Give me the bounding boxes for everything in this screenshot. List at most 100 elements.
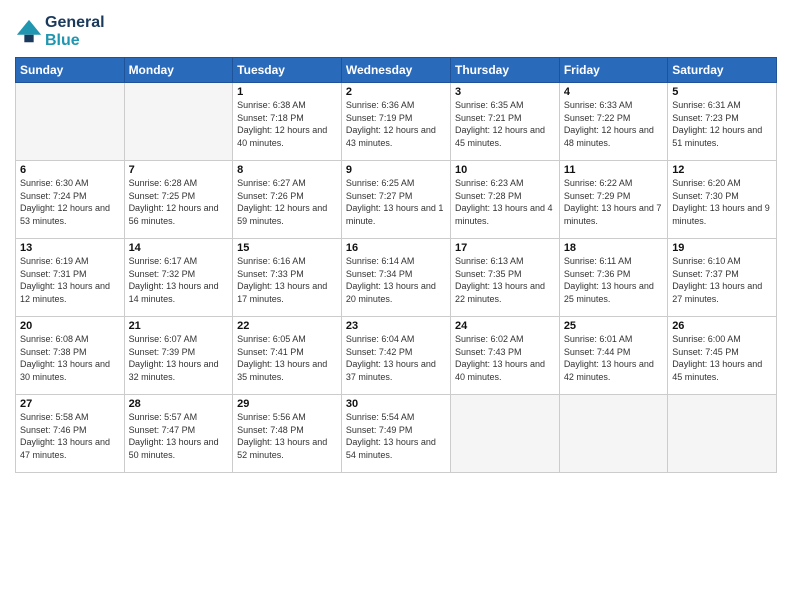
weekday-thursday: Thursday: [450, 58, 559, 83]
calendar-cell: 30Sunrise: 5:54 AM Sunset: 7:49 PM Dayli…: [341, 395, 450, 473]
calendar-cell: 1Sunrise: 6:38 AM Sunset: 7:18 PM Daylig…: [233, 83, 342, 161]
calendar-cell: [450, 395, 559, 473]
calendar-cell: [668, 395, 777, 473]
day-info: Sunrise: 6:01 AM Sunset: 7:44 PM Dayligh…: [564, 333, 663, 383]
calendar-cell: 14Sunrise: 6:17 AM Sunset: 7:32 PM Dayli…: [124, 239, 233, 317]
day-info: Sunrise: 6:27 AM Sunset: 7:26 PM Dayligh…: [237, 177, 337, 227]
day-info: Sunrise: 6:19 AM Sunset: 7:31 PM Dayligh…: [20, 255, 120, 305]
day-number: 8: [237, 164, 337, 176]
day-number: 24: [455, 320, 555, 332]
day-info: Sunrise: 6:07 AM Sunset: 7:39 PM Dayligh…: [129, 333, 229, 383]
weekday-wednesday: Wednesday: [341, 58, 450, 83]
day-number: 21: [129, 320, 229, 332]
calendar-cell: 24Sunrise: 6:02 AM Sunset: 7:43 PM Dayli…: [450, 317, 559, 395]
calendar-cell: 11Sunrise: 6:22 AM Sunset: 7:29 PM Dayli…: [559, 161, 667, 239]
day-number: 29: [237, 398, 337, 410]
weekday-monday: Monday: [124, 58, 233, 83]
day-number: 5: [672, 86, 772, 98]
day-info: Sunrise: 6:14 AM Sunset: 7:34 PM Dayligh…: [346, 255, 446, 305]
day-info: Sunrise: 6:04 AM Sunset: 7:42 PM Dayligh…: [346, 333, 446, 383]
day-info: Sunrise: 6:30 AM Sunset: 7:24 PM Dayligh…: [20, 177, 120, 227]
calendar-cell: 27Sunrise: 5:58 AM Sunset: 7:46 PM Dayli…: [16, 395, 125, 473]
day-number: 20: [20, 320, 120, 332]
calendar-cell: 3Sunrise: 6:35 AM Sunset: 7:21 PM Daylig…: [450, 83, 559, 161]
day-number: 25: [564, 320, 663, 332]
calendar-cell: 13Sunrise: 6:19 AM Sunset: 7:31 PM Dayli…: [16, 239, 125, 317]
day-number: 16: [346, 242, 446, 254]
day-number: 2: [346, 86, 446, 98]
calendar-cell: 10Sunrise: 6:23 AM Sunset: 7:28 PM Dayli…: [450, 161, 559, 239]
logo: General Blue: [15, 14, 105, 49]
calendar-cell: 19Sunrise: 6:10 AM Sunset: 7:37 PM Dayli…: [668, 239, 777, 317]
calendar-cell: [124, 83, 233, 161]
day-number: 12: [672, 164, 772, 176]
day-info: Sunrise: 6:25 AM Sunset: 7:27 PM Dayligh…: [346, 177, 446, 227]
day-info: Sunrise: 6:22 AM Sunset: 7:29 PM Dayligh…: [564, 177, 663, 227]
day-info: Sunrise: 6:16 AM Sunset: 7:33 PM Dayligh…: [237, 255, 337, 305]
day-number: 27: [20, 398, 120, 410]
day-number: 7: [129, 164, 229, 176]
day-info: Sunrise: 6:00 AM Sunset: 7:45 PM Dayligh…: [672, 333, 772, 383]
calendar-cell: 4Sunrise: 6:33 AM Sunset: 7:22 PM Daylig…: [559, 83, 667, 161]
day-number: 26: [672, 320, 772, 332]
day-info: Sunrise: 6:33 AM Sunset: 7:22 PM Dayligh…: [564, 99, 663, 149]
calendar-cell: 15Sunrise: 6:16 AM Sunset: 7:33 PM Dayli…: [233, 239, 342, 317]
calendar-cell: [16, 83, 125, 161]
day-number: 17: [455, 242, 555, 254]
day-info: Sunrise: 5:57 AM Sunset: 7:47 PM Dayligh…: [129, 411, 229, 461]
day-info: Sunrise: 6:35 AM Sunset: 7:21 PM Dayligh…: [455, 99, 555, 149]
day-info: Sunrise: 6:17 AM Sunset: 7:32 PM Dayligh…: [129, 255, 229, 305]
calendar-week-row: 6Sunrise: 6:30 AM Sunset: 7:24 PM Daylig…: [16, 161, 777, 239]
calendar-cell: 29Sunrise: 5:56 AM Sunset: 7:48 PM Dayli…: [233, 395, 342, 473]
calendar-cell: 12Sunrise: 6:20 AM Sunset: 7:30 PM Dayli…: [668, 161, 777, 239]
calendar-cell: 2Sunrise: 6:36 AM Sunset: 7:19 PM Daylig…: [341, 83, 450, 161]
calendar-cell: 28Sunrise: 5:57 AM Sunset: 7:47 PM Dayli…: [124, 395, 233, 473]
calendar-cell: 16Sunrise: 6:14 AM Sunset: 7:34 PM Dayli…: [341, 239, 450, 317]
calendar-week-row: 20Sunrise: 6:08 AM Sunset: 7:38 PM Dayli…: [16, 317, 777, 395]
day-info: Sunrise: 6:10 AM Sunset: 7:37 PM Dayligh…: [672, 255, 772, 305]
calendar-cell: 18Sunrise: 6:11 AM Sunset: 7:36 PM Dayli…: [559, 239, 667, 317]
day-number: 9: [346, 164, 446, 176]
calendar-cell: 26Sunrise: 6:00 AM Sunset: 7:45 PM Dayli…: [668, 317, 777, 395]
day-number: 23: [346, 320, 446, 332]
day-info: Sunrise: 6:31 AM Sunset: 7:23 PM Dayligh…: [672, 99, 772, 149]
calendar-cell: 17Sunrise: 6:13 AM Sunset: 7:35 PM Dayli…: [450, 239, 559, 317]
weekday-saturday: Saturday: [668, 58, 777, 83]
day-number: 19: [672, 242, 772, 254]
day-info: Sunrise: 5:54 AM Sunset: 7:49 PM Dayligh…: [346, 411, 446, 461]
calendar-week-row: 13Sunrise: 6:19 AM Sunset: 7:31 PM Dayli…: [16, 239, 777, 317]
day-info: Sunrise: 6:38 AM Sunset: 7:18 PM Dayligh…: [237, 99, 337, 149]
calendar-cell: 6Sunrise: 6:30 AM Sunset: 7:24 PM Daylig…: [16, 161, 125, 239]
day-number: 18: [564, 242, 663, 254]
header: General Blue: [15, 10, 777, 49]
day-info: Sunrise: 6:28 AM Sunset: 7:25 PM Dayligh…: [129, 177, 229, 227]
calendar-cell: 7Sunrise: 6:28 AM Sunset: 7:25 PM Daylig…: [124, 161, 233, 239]
weekday-friday: Friday: [559, 58, 667, 83]
day-info: Sunrise: 6:08 AM Sunset: 7:38 PM Dayligh…: [20, 333, 120, 383]
weekday-tuesday: Tuesday: [233, 58, 342, 83]
day-number: 1: [237, 86, 337, 98]
calendar-table: SundayMondayTuesdayWednesdayThursdayFrid…: [15, 57, 777, 473]
weekday-header-row: SundayMondayTuesdayWednesdayThursdayFrid…: [16, 58, 777, 83]
day-info: Sunrise: 6:13 AM Sunset: 7:35 PM Dayligh…: [455, 255, 555, 305]
calendar-week-row: 27Sunrise: 5:58 AM Sunset: 7:46 PM Dayli…: [16, 395, 777, 473]
logo-icon: [15, 18, 43, 46]
calendar-cell: 25Sunrise: 6:01 AM Sunset: 7:44 PM Dayli…: [559, 317, 667, 395]
day-number: 10: [455, 164, 555, 176]
day-number: 14: [129, 242, 229, 254]
day-number: 13: [20, 242, 120, 254]
main-container: General Blue SundayMondayTuesdayWednesda…: [0, 0, 792, 483]
day-number: 3: [455, 86, 555, 98]
day-number: 15: [237, 242, 337, 254]
day-info: Sunrise: 6:20 AM Sunset: 7:30 PM Dayligh…: [672, 177, 772, 227]
calendar-cell: 23Sunrise: 6:04 AM Sunset: 7:42 PM Dayli…: [341, 317, 450, 395]
calendar-cell: 8Sunrise: 6:27 AM Sunset: 7:26 PM Daylig…: [233, 161, 342, 239]
calendar-week-row: 1Sunrise: 6:38 AM Sunset: 7:18 PM Daylig…: [16, 83, 777, 161]
day-info: Sunrise: 6:05 AM Sunset: 7:41 PM Dayligh…: [237, 333, 337, 383]
day-info: Sunrise: 6:23 AM Sunset: 7:28 PM Dayligh…: [455, 177, 555, 227]
weekday-sunday: Sunday: [16, 58, 125, 83]
calendar-cell: [559, 395, 667, 473]
calendar-cell: 5Sunrise: 6:31 AM Sunset: 7:23 PM Daylig…: [668, 83, 777, 161]
logo-text: General Blue: [45, 14, 105, 49]
day-info: Sunrise: 6:36 AM Sunset: 7:19 PM Dayligh…: [346, 99, 446, 149]
